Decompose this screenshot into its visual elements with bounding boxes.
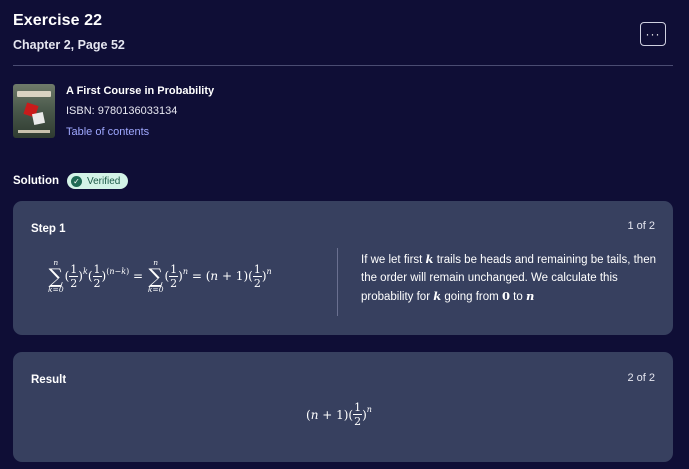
step-1-card: Step 1 1 of 2 n ∑ k=0 (1 2) k (1 2) (n−k) = n ∑…: [13, 201, 673, 335]
solution-header: Solution ✓ Verified: [13, 173, 129, 189]
step-1-explanation: If we let first k trails be heads and re…: [361, 252, 656, 303]
more-options-button[interactable]: ···: [640, 22, 666, 46]
verified-badge-label: Verified: [87, 175, 121, 187]
step-1-equation: n ∑ k=0 (1 2) k (1 2) (n−k) = n ∑ k=0 (1 2) n = (n…: [48, 258, 272, 294]
page-header: Exercise 22 Chapter 2, Page 52: [13, 12, 125, 52]
result-card: Result 2 of 2 (n + 1)(1 2) n: [13, 352, 673, 462]
book-title: A First Course in Probability: [66, 85, 215, 97]
page-title: Exercise 22: [13, 12, 103, 29]
header-divider: [13, 65, 673, 66]
result-equation: (n + 1)(1 2) n: [306, 401, 372, 428]
verified-badge: ✓ Verified: [67, 173, 129, 189]
book-isbn: ISBN: 9780136033134: [66, 105, 178, 117]
table-of-contents-link[interactable]: Table of contents: [66, 126, 214, 138]
result-label: Result: [31, 374, 67, 386]
more-dots-icon: ···: [645, 27, 661, 41]
step-1-label: Step 1: [31, 223, 66, 235]
book-cover-image[interactable]: [13, 84, 55, 138]
result-counter: 2 of 2: [627, 372, 655, 384]
page-subtitle: Chapter 2, Page 52: [13, 38, 125, 52]
step-1-divider: [337, 248, 338, 316]
check-circle-icon: ✓: [71, 175, 82, 187]
solution-label: Solution: [13, 175, 59, 187]
book-info: A First Course in Probability ISBN: 9780…: [13, 84, 214, 138]
step-1-counter: 1 of 2: [627, 220, 655, 232]
